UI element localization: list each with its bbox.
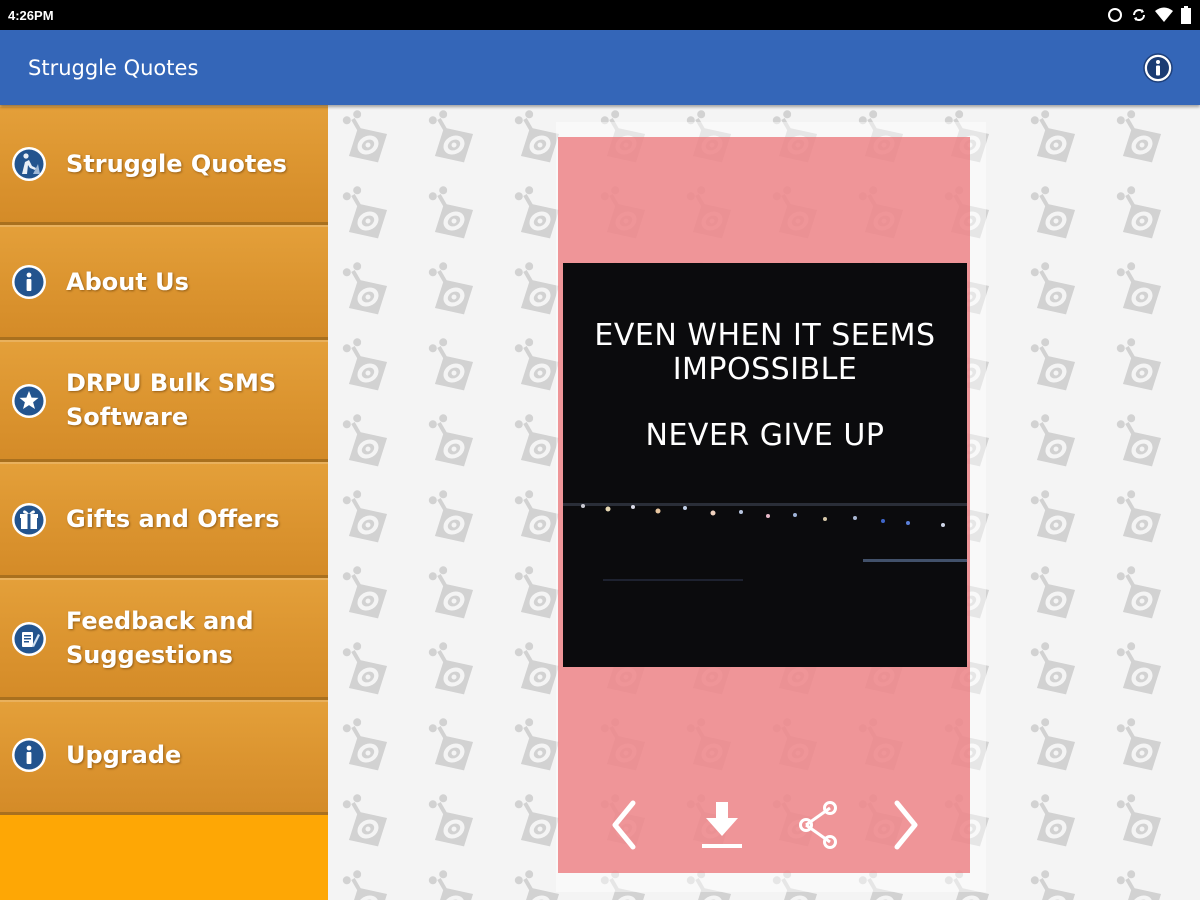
card-actions (558, 795, 970, 855)
data-sync-icon (1130, 6, 1148, 24)
sync-icon (1106, 6, 1124, 24)
sidebar-item-upgrade[interactable]: Upgrade (0, 700, 328, 815)
climber-icon (11, 146, 47, 182)
info-button[interactable] (1142, 52, 1174, 84)
quote-line: EVEN WHEN IT SEEMS (594, 318, 936, 353)
previous-button[interactable] (598, 795, 650, 855)
sidebar-item-label: Struggle Quotes (66, 150, 287, 178)
sidebar-item-label: DRPU Bulk SMS Software (66, 369, 277, 431)
sidebar: Struggle Quotes About Us DRPU Bulk SMS S… (0, 105, 328, 900)
star-icon (11, 383, 47, 419)
status-bar: 4:26PM (0, 0, 1200, 30)
sidebar-item-label: Gifts and Offers (66, 505, 280, 533)
app-title: Struggle Quotes (28, 55, 199, 80)
sidebar-item-label: Upgrade (66, 741, 182, 769)
info-icon (11, 264, 47, 300)
battery-icon (1180, 6, 1192, 24)
sidebar-item-label: Feedback and Suggestions (66, 607, 254, 669)
feedback-icon (11, 621, 47, 657)
sidebar-item-gifts-and-offers[interactable]: Gifts and Offers (0, 462, 328, 578)
app-bar: Struggle Quotes (0, 30, 1200, 105)
next-icon (894, 800, 918, 850)
previous-icon (612, 800, 636, 850)
share-icon (799, 801, 837, 849)
status-time: 4:26PM (8, 7, 54, 23)
quote-line: IMPOSSIBLE (672, 352, 858, 387)
quote-image: EVEN WHEN IT SEEMS IMPOSSIBLE NEVER GIVE… (563, 263, 967, 667)
quote-text: EVEN WHEN IT SEEMS IMPOSSIBLE NEVER GIVE… (563, 319, 967, 453)
wifi-icon (1154, 6, 1174, 24)
status-icons (1106, 6, 1192, 24)
sidebar-item-label: About Us (66, 268, 189, 296)
quote-viewer: EVEN WHEN IT SEEMS IMPOSSIBLE NEVER GIVE… (328, 105, 1200, 900)
download-icon (702, 802, 742, 848)
share-button[interactable] (792, 795, 844, 855)
sidebar-item-feedback-and-suggestions[interactable]: Feedback and Suggestions (0, 578, 328, 700)
next-button[interactable] (880, 795, 932, 855)
info-icon (11, 737, 47, 773)
sidebar-item-struggle-quotes[interactable]: Struggle Quotes (0, 105, 328, 225)
quote-line: NEVER GIVE UP (645, 418, 885, 453)
gift-icon (11, 502, 47, 538)
info-icon (1143, 52, 1173, 83)
sidebar-item-drpu-bulk-sms[interactable]: DRPU Bulk SMS Software (0, 340, 328, 462)
download-button[interactable] (696, 795, 748, 855)
sidebar-item-about-us[interactable]: About Us (0, 225, 328, 340)
